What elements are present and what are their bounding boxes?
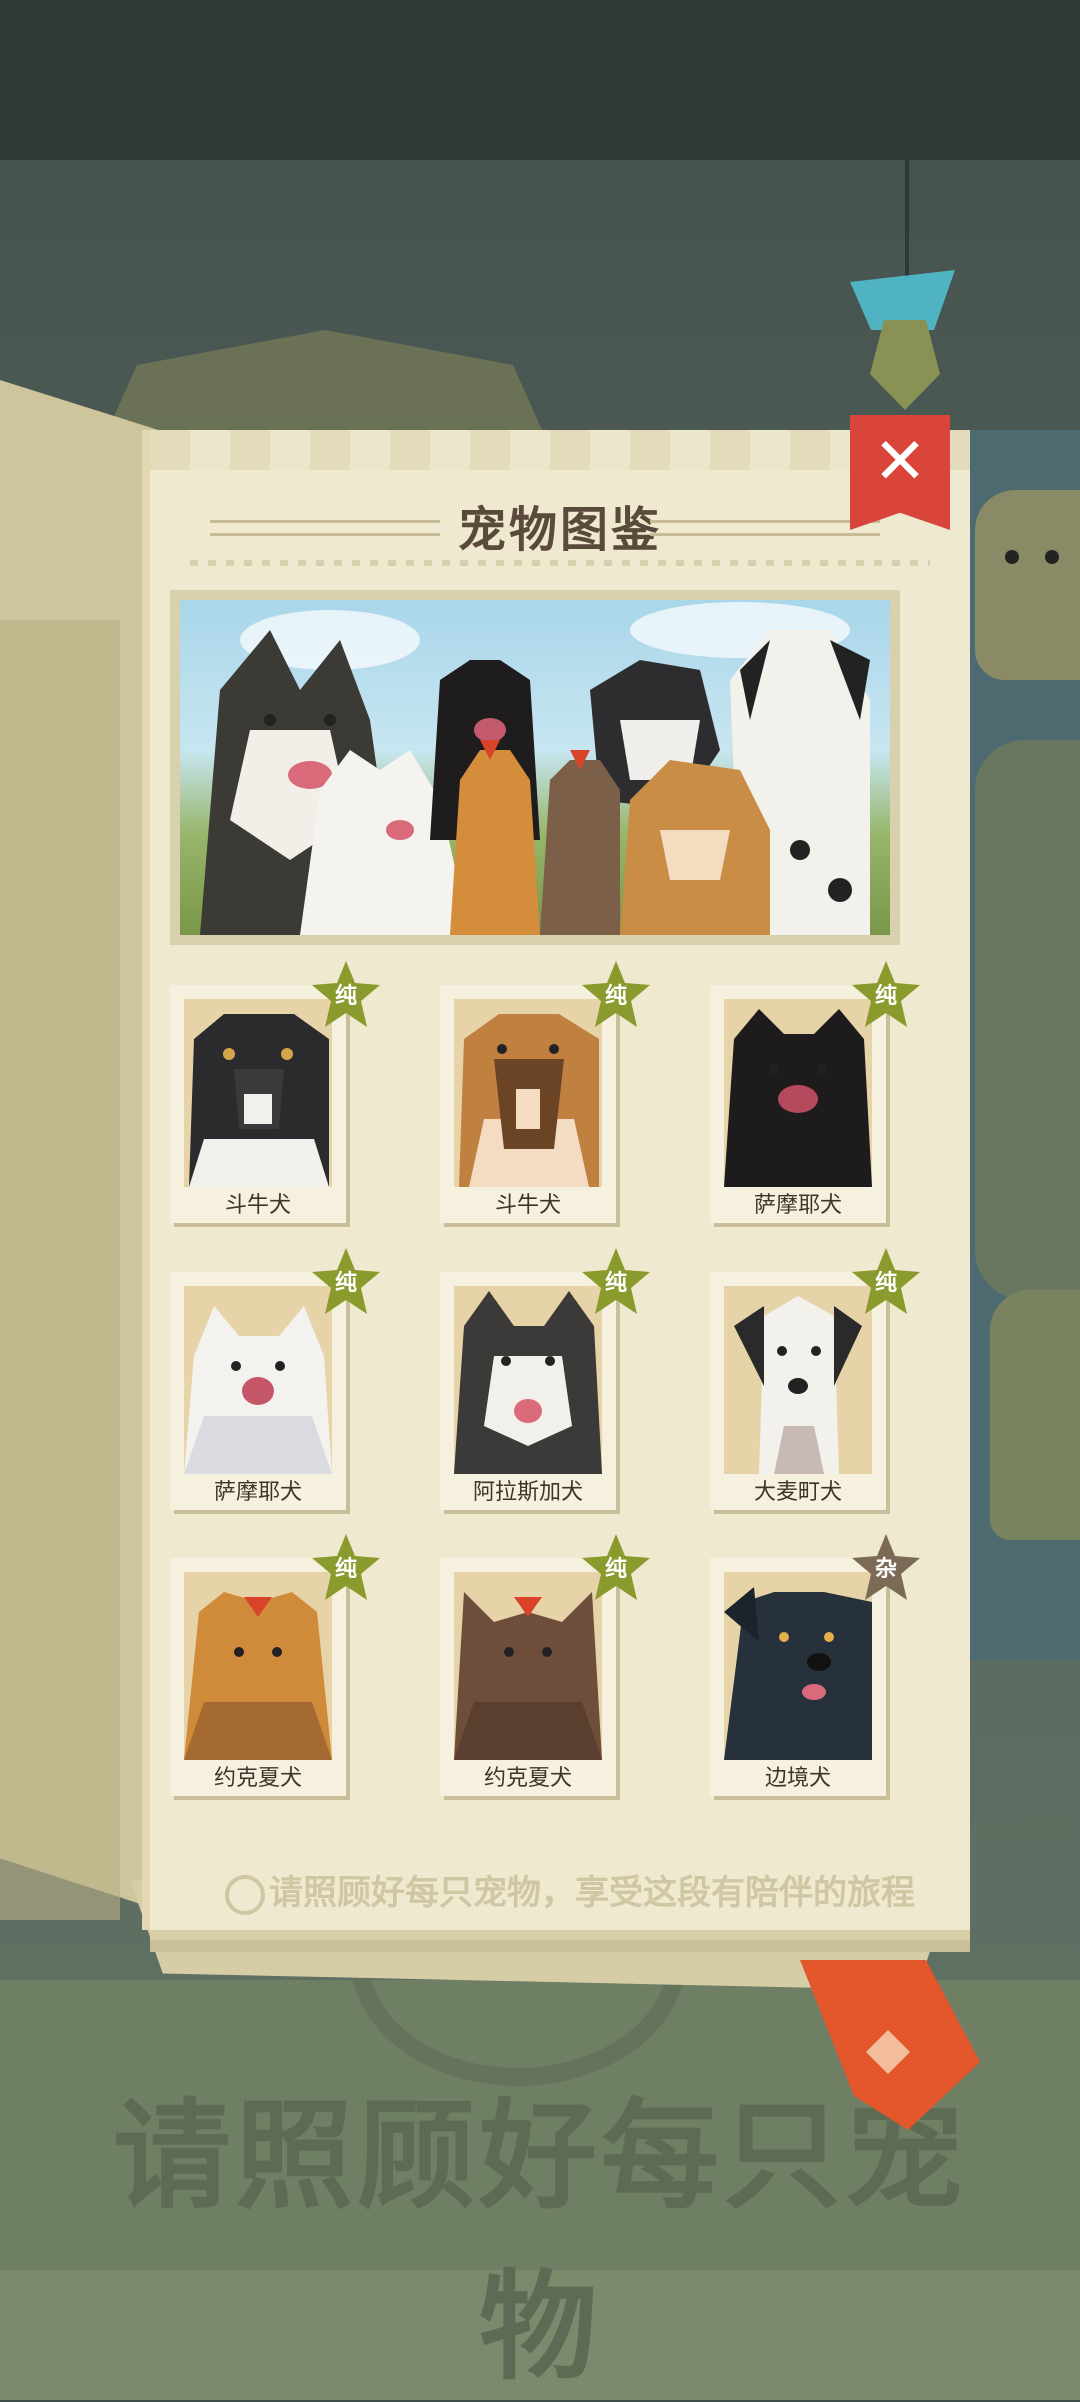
page-top-border [150,430,970,470]
dog-group-banner [170,590,900,945]
pure-breed-badge: 纯 [580,959,652,1031]
pure-breed-badge: 纯 [580,1246,652,1318]
pure-breed-badge: 纯 [310,1532,382,1604]
pet-name: 萨摩耶犬 [753,1193,842,1218]
ribbon-string [905,150,909,280]
paw-circle-icon [225,1874,265,1915]
pet-card-black-bulldog[interactable]: 斗牛犬 纯 [170,961,380,1223]
pet-name: 大麦町犬 [753,1480,842,1505]
background-slogan: 请照顾好每只宠物 [112,2087,967,2396]
pure-breed-badge: 纯 [850,1246,922,1318]
dog-group-illustration [180,600,890,935]
pet-card-yorkshire-brown[interactable]: 约克夏犬 纯 [440,1534,650,1796]
title-divider-left [210,520,440,536]
pet-card-alaskan-malamute[interactable]: 阿拉斯加犬 纯 [440,1248,650,1510]
dotted-divider [190,560,930,566]
pet-card-black-border-dog[interactable]: 边境犬 杂 [710,1534,920,1796]
pet-name: 阿拉斯加犬 [472,1480,583,1505]
pet-card-white-samoyed[interactable]: 萨摩耶犬 纯 [170,1248,380,1510]
background-top [0,0,1080,160]
book-left-page-shade [0,620,120,1920]
pet-name: 斗牛犬 [494,1193,561,1218]
pet-name: 萨摩耶犬 [213,1480,302,1505]
pure-breed-badge: 纯 [310,959,382,1031]
close-button[interactable]: ✕ [850,415,950,530]
mixed-breed-badge: 杂 [850,1532,922,1604]
background-dog-icon [975,490,1080,680]
pet-encyclopedia-page: 宠物图鉴 斗牛犬 纯 斗牛犬 纯 萨摩耶犬 纯 萨摩耶犬 纯 阿拉斯加犬 纯 大… [150,430,970,1930]
care-hint-text: 请照顾好每只宠物，享受这段有陪伴的旅程 [269,1873,915,1913]
pet-card-dalmatian[interactable]: 大麦町犬 纯 [710,1248,920,1510]
pet-name: 斗牛犬 [224,1193,291,1218]
pure-breed-badge: 纯 [580,1532,652,1604]
title-bar: 宠物图鉴 [150,490,970,560]
pure-breed-badge: 纯 [310,1246,382,1318]
pet-name: 约克夏犬 [213,1766,302,1791]
pet-card-black-samoyed[interactable]: 萨摩耶犬 纯 [710,961,920,1223]
pet-card-yorkshire-tan[interactable]: 约克夏犬 纯 [170,1534,380,1796]
pet-card-tan-bulldog[interactable]: 斗牛犬 纯 [440,961,650,1223]
close-icon: ✕ [873,425,927,499]
care-hint: 请照顾好每只宠物，享受这段有陪伴的旅程 [190,1865,950,1915]
background-pug-icon [990,1290,1080,1540]
title-divider-right [650,520,880,536]
pure-breed-badge: 纯 [850,959,922,1031]
pet-name: 边境犬 [764,1766,831,1791]
background-shelf-poster [975,740,1080,1300]
pet-name: 约克夏犬 [483,1766,572,1791]
